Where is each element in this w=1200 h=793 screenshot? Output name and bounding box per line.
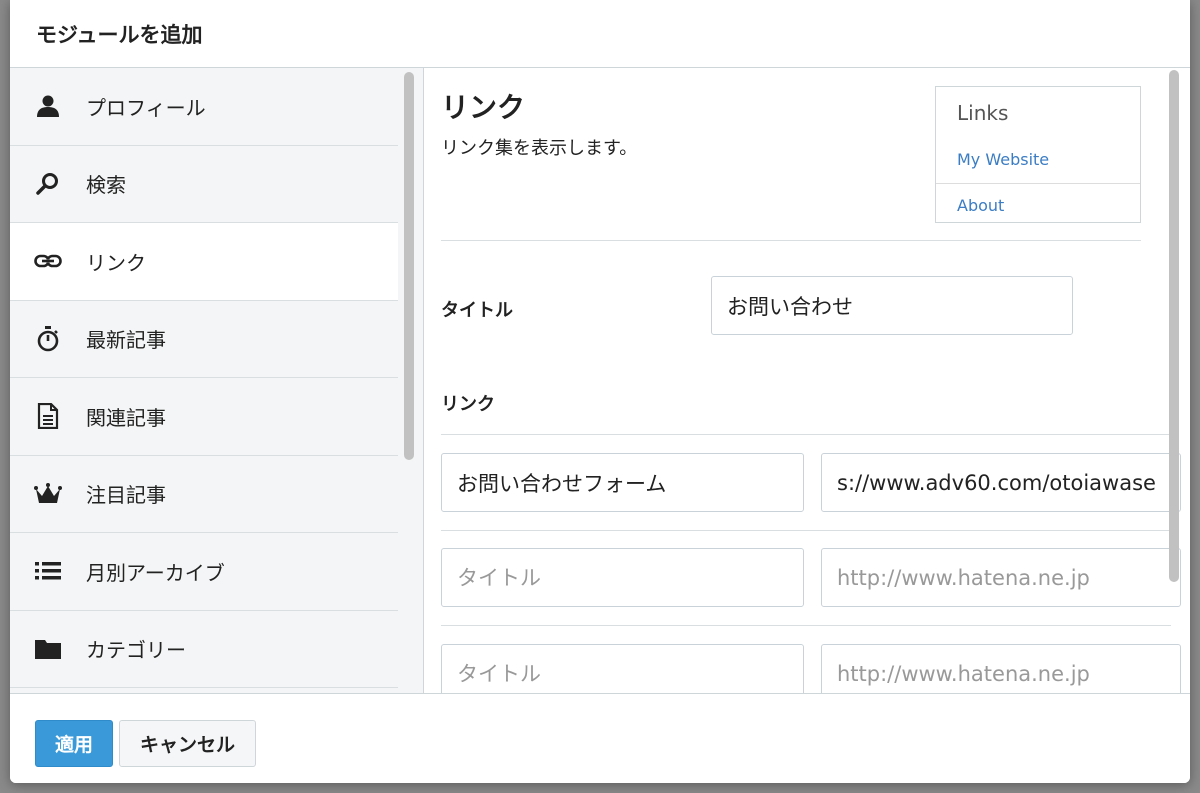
sidebar-item-recent-posts[interactable]: 最新記事 [10,301,398,378]
preview-divider [936,183,1140,184]
list-icon [34,557,62,585]
divider [441,625,1171,626]
module-settings-panel: リンク リンク集を表示します。 Links My Website About タ… [424,68,1190,693]
link-title-input[interactable] [441,644,804,693]
preview-heading: Links [957,101,1009,125]
user-icon [34,92,62,120]
search-icon [34,170,62,198]
link-url-input[interactable] [821,644,1181,693]
link-title-input[interactable] [441,453,804,512]
sidebar-item-profile[interactable]: プロフィール [10,68,398,146]
divider [441,240,1141,241]
sidebar-item-category[interactable]: カテゴリー [10,611,398,688]
dialog-title: モジュールを追加 [36,22,203,47]
preview-link: About [957,196,1005,215]
crown-icon [34,480,62,508]
sidebar-item-label: リンク [86,250,146,275]
links-field-label: リンク [441,394,495,415]
module-list: プロフィール 検索 リンク 最新記事 関連記事 注目記事 月別アーカイブ カテゴ… [10,68,398,688]
title-field-label: タイトル [441,300,513,321]
sidebar-item-featured-posts[interactable]: 注目記事 [10,456,398,533]
link-url-input[interactable] [821,548,1181,607]
link-icon [34,247,62,275]
title-input[interactable] [711,276,1073,335]
sidebar-item-links[interactable]: リンク [10,223,398,301]
sidebar-item-label: 注目記事 [86,483,166,508]
link-url-input[interactable] [821,453,1181,512]
sidebar-item-label: 検索 [86,173,126,198]
settings-scrollbar[interactable] [1169,70,1179,582]
add-module-dialog: モジュールを追加 プロフィール 検索 リンク 最新記事 関連記事 注目記事 月別… [10,0,1190,783]
module-description: リンク集を表示します。 [441,138,638,159]
dialog-header: モジュールを追加 [10,0,1190,68]
module-title: リンク [441,91,526,124]
sidebar-item-label: カテゴリー [86,638,186,663]
divider [441,530,1171,531]
divider [441,434,1171,435]
module-preview: Links My Website About [935,86,1141,223]
sidebar-item-label: 月別アーカイブ [86,560,225,585]
sidebar-item-search[interactable]: 検索 [10,146,398,223]
dialog-footer: 適用 キャンセル [10,693,1190,783]
sidebar-item-monthly-archive[interactable]: 月別アーカイブ [10,533,398,611]
dialog-body: プロフィール 検索 リンク 最新記事 関連記事 注目記事 月別アーカイブ カテゴ… [10,68,1190,693]
sidebar-scrollbar[interactable] [404,72,414,460]
module-sidebar: プロフィール 検索 リンク 最新記事 関連記事 注目記事 月別アーカイブ カテゴ… [10,68,424,693]
sidebar-item-label: プロフィール [86,95,206,120]
folder-icon [34,635,62,663]
sidebar-item-label: 最新記事 [86,328,166,353]
apply-button[interactable]: 適用 [35,720,113,767]
sidebar-item-label: 関連記事 [86,405,166,430]
link-title-input[interactable] [441,548,804,607]
cancel-button[interactable]: キャンセル [119,720,256,767]
stopwatch-icon [34,325,62,353]
preview-link: My Website [957,150,1050,169]
document-icon [34,402,62,430]
sidebar-item-related-posts[interactable]: 関連記事 [10,378,398,456]
